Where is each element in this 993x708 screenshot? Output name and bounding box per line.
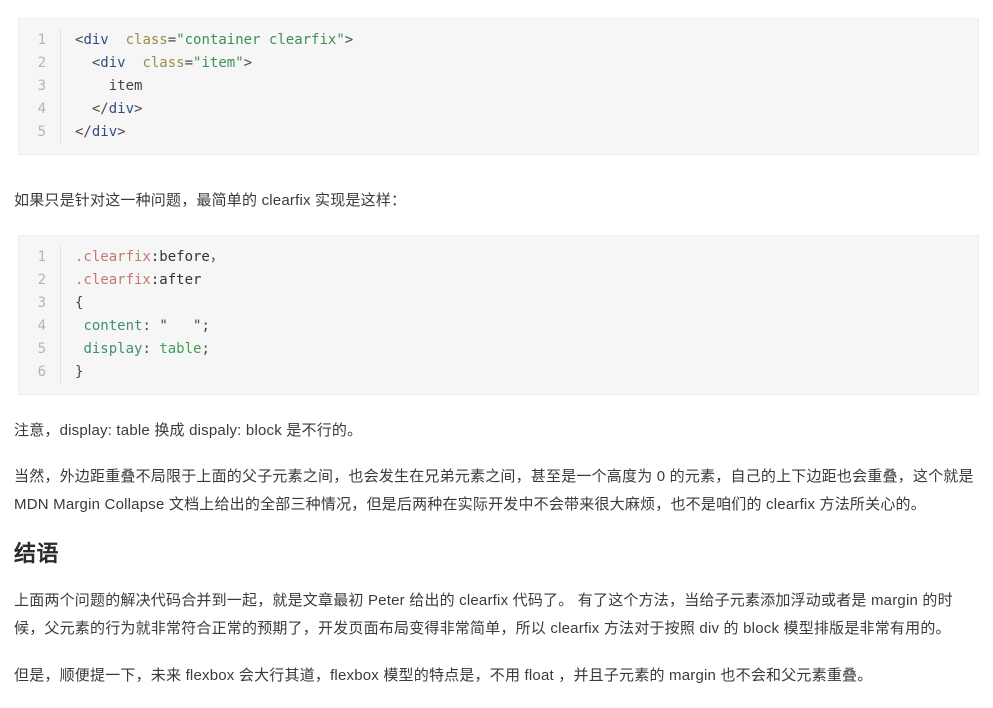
- line-number: 5: [19, 121, 61, 144]
- code-line: 4 </div>: [19, 98, 978, 121]
- code-content: <div class="item">: [91, 55, 253, 71]
- line-number: 4: [19, 98, 61, 121]
- code-line: 1 .clearfix:before，: [19, 246, 978, 269]
- line-number: 2: [19, 269, 61, 292]
- code-content: </div>: [91, 101, 143, 117]
- code-line: 3 {: [19, 292, 978, 315]
- line-number: 3: [19, 75, 61, 98]
- line-number: 2: [19, 52, 61, 75]
- line-number: 3: [19, 292, 61, 315]
- code-content: display: table;: [83, 341, 210, 357]
- line-number: 4: [19, 315, 61, 338]
- paragraph-note-display-table: 注意，display: table 换成 dispaly: block 是不行的…: [14, 422, 363, 439]
- code-line: 3 item: [19, 75, 978, 98]
- paragraph-margin-collapse: 当然，外边距重叠不局限于上面的父子元素之间，也会发生在兄弟元素之间，甚至是一个高…: [14, 468, 974, 513]
- section-heading-conclusion: 结语: [14, 541, 60, 566]
- html-code-block[interactable]: 1 <div class="container clearfix"> 2 <di…: [18, 18, 979, 155]
- line-number: 5: [19, 338, 61, 361]
- code-content: .clearfix:before，: [75, 249, 224, 265]
- code-line: 2 .clearfix:after: [19, 269, 978, 292]
- code-line: 5 display: table;: [19, 338, 978, 361]
- paragraph-flexbox-note: 但是，顺便提一下，未来 flexbox 会大行其道，flexbox 模型的特点是…: [14, 667, 873, 684]
- css-code-block[interactable]: 1 .clearfix:before， 2 .clearfix:after 3 …: [18, 235, 979, 395]
- line-number: 6: [19, 361, 61, 384]
- code-content: <div class="container clearfix">: [75, 32, 354, 48]
- code-line: 5 </div>: [19, 121, 978, 144]
- line-number: 1: [19, 29, 61, 52]
- line-number: 1: [19, 246, 61, 269]
- code-line: 6 }: [19, 361, 978, 384]
- code-content: </div>: [75, 124, 126, 140]
- code-line: 4 content: " ";: [19, 315, 978, 338]
- code-content: }: [75, 364, 84, 380]
- paragraph-conclusion-summary: 上面两个问题的解决代码合并到一起，就是文章最初 Peter 给出的 clearf…: [14, 592, 953, 637]
- code-content: {: [75, 295, 84, 311]
- code-content: .clearfix:after: [75, 272, 202, 288]
- code-content: content: " ";: [83, 318, 210, 334]
- article-page: 1 <div class="container clearfix"> 2 <di…: [0, 0, 993, 690]
- code-line: 2 <div class="item">: [19, 52, 978, 75]
- code-content: item: [75, 78, 143, 94]
- paragraph-intro-clearfix: 如果只是针对这一种问题，最简单的 clearfix 实现是这样：: [14, 192, 407, 209]
- code-line: 1 <div class="container clearfix">: [19, 29, 978, 52]
